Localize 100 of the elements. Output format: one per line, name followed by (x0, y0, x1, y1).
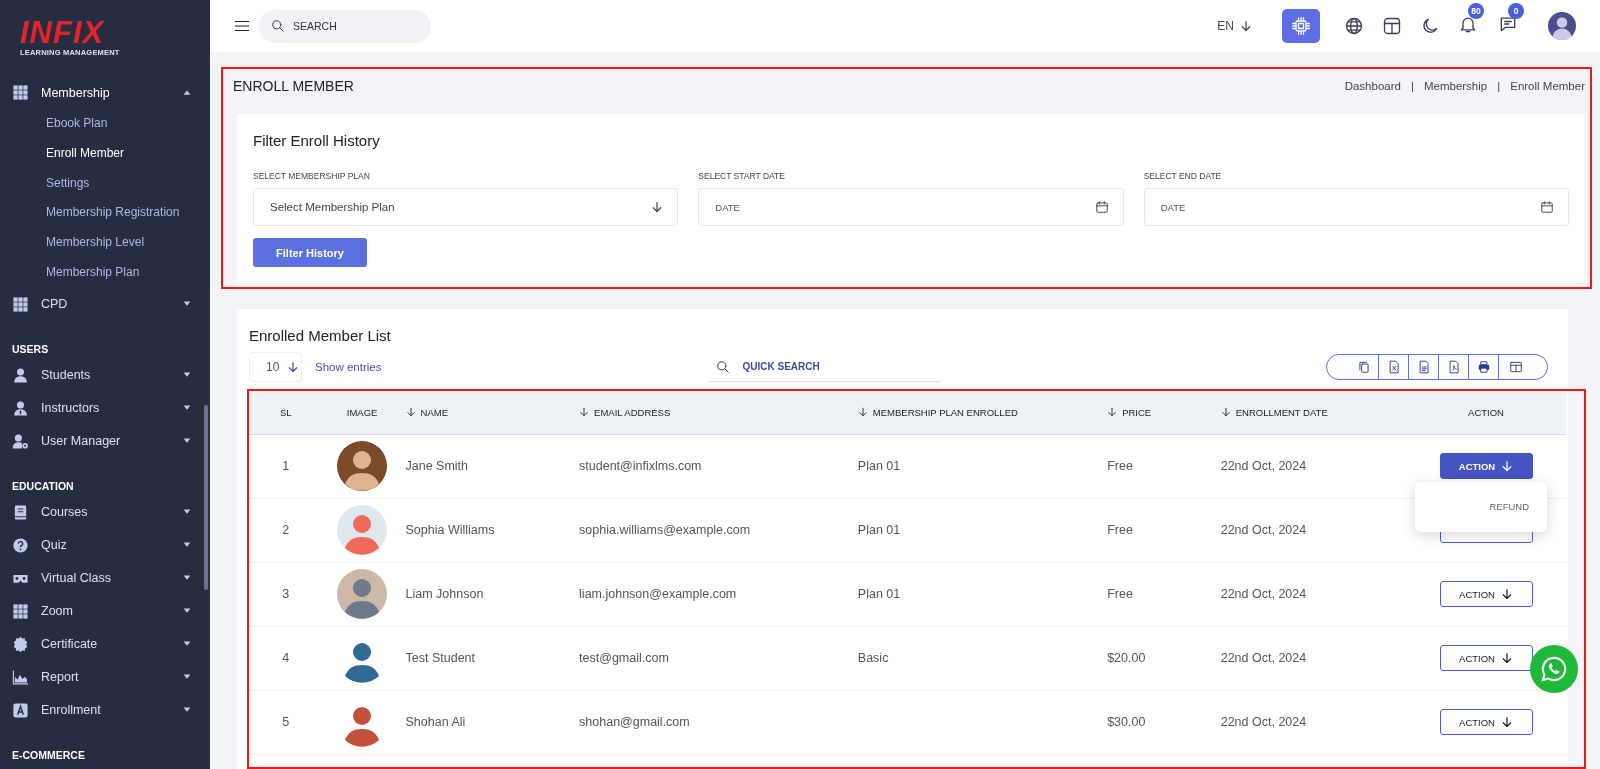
date-field[interactable]: DATE (698, 188, 1124, 226)
menu-item[interactable]: Membership (0, 76, 210, 109)
breadcrumb-link[interactable]: Enroll Member (1510, 79, 1585, 92)
menu-item[interactable]: Courses (0, 495, 210, 529)
menu-item[interactable]: Quiz (0, 528, 210, 562)
table-cell: shohan@gmail.com (575, 690, 854, 754)
table-cell: 3 (249, 562, 323, 626)
table-cell: 22nd Oct, 2024 (1216, 690, 1407, 754)
table-cell: 22nd Oct, 2024 (1216, 562, 1407, 626)
globe-icon[interactable] (1344, 16, 1364, 36)
menu-item[interactable]: Students (0, 358, 210, 392)
field-label: SELECT MEMBERSHIP PLAN (253, 171, 371, 181)
user-gear-icon (12, 432, 29, 450)
square-icon (12, 701, 29, 719)
submenu-item[interactable]: Enroll Member (0, 138, 210, 169)
entries-label: Show entries (315, 361, 382, 373)
arrow-down-icon (1500, 588, 1513, 600)
table-cell: 22nd Oct, 2024 (1216, 626, 1407, 690)
table-cell: Free (1103, 434, 1217, 498)
moon-icon[interactable] (1420, 16, 1440, 36)
menu-item[interactable]: Zoom (0, 594, 210, 628)
calendar-icon (1540, 200, 1554, 214)
submenu-item[interactable]: Settings (0, 168, 210, 199)
table-cell: liam.johnson@example.com (575, 562, 854, 626)
column-header: SL (249, 391, 323, 434)
table-cell: $20.00 (1103, 626, 1217, 690)
arrow-down-icon (287, 361, 300, 373)
submenu-item[interactable]: Membership Level (0, 228, 210, 258)
action-button[interactable]: ACTION (1439, 709, 1533, 735)
table-cell: Liam Johnson (401, 562, 576, 626)
menu-item[interactable]: User Manager (0, 424, 210, 458)
table-cell: 22nd Oct, 2024 (1216, 434, 1407, 498)
card-title: Filter Enroll History (253, 132, 381, 149)
breadcrumb-separator: | (1410, 79, 1414, 92)
select-field[interactable]: Select Membership Plan (253, 188, 679, 226)
search-field[interactable]: SEARCH (259, 9, 431, 43)
user-icon (12, 366, 29, 384)
menu-item[interactable]: Certificate (0, 627, 210, 661)
grid-icon (12, 84, 29, 101)
avatar[interactable] (1548, 12, 1576, 40)
table-cell: Shohan Ali (401, 690, 576, 754)
scrollbar[interactable] (204, 405, 208, 590)
seal-icon (12, 635, 29, 653)
date-field[interactable]: DATE (1143, 188, 1569, 226)
action-button[interactable]: ACTION (1439, 645, 1533, 671)
menu-item[interactable]: REFUND (1489, 501, 1530, 512)
breadcrumb-separator: | (1497, 79, 1501, 92)
columns-icon (1509, 360, 1523, 374)
language-selector[interactable]: EN (1211, 18, 1258, 34)
table-cell: Plan 01 (853, 562, 1104, 626)
arrow-down-icon (1500, 716, 1513, 728)
action-button[interactable]: ACTION (1439, 581, 1533, 607)
table-cell: Free (1103, 498, 1217, 562)
book-icon (12, 503, 29, 521)
phone-bubble-icon (1540, 655, 1568, 683)
table-cell: 4 (249, 626, 323, 690)
quick-search-field[interactable]: QUICK SEARCH (708, 352, 942, 382)
table-cell: Sophia Williams (401, 498, 576, 562)
table-cell: Test Student (401, 626, 576, 690)
table-cell: 5 (249, 690, 323, 754)
submenu-item[interactable]: Membership Plan (0, 258, 210, 288)
page-size-select[interactable]: 10 (249, 352, 302, 382)
card-title: Enrolled Member List (249, 327, 392, 344)
breadcrumb-link[interactable]: Dashboard (1344, 79, 1401, 92)
table-cell: Plan 01 (853, 498, 1104, 562)
field-label: SELECT START DATE (698, 171, 786, 181)
column-header[interactable]: EMAIL ADDRESS (575, 391, 854, 434)
menu-item[interactable]: Enrollment (0, 693, 210, 727)
column-header[interactable]: PRICE (1103, 391, 1217, 434)
table-cell: Plan 01 (853, 434, 1104, 498)
column-header[interactable]: MEMBERSHIP PLAN ENROLLED (853, 391, 1104, 434)
chart-icon (12, 668, 29, 686)
question-icon (12, 536, 29, 554)
filter-button[interactable]: Filter History (253, 238, 367, 267)
calendar-icon (1094, 200, 1109, 214)
column-header: ACTION (1406, 391, 1566, 434)
chip-button[interactable] (1282, 9, 1320, 43)
chip-icon (1291, 16, 1311, 36)
section-heading: E-COMMERCE (11, 747, 86, 763)
count-badge: 0 (1508, 3, 1524, 19)
table-cell: Basic (853, 626, 1104, 690)
grid-icon (12, 295, 29, 313)
menu-item[interactable]: Instructors (0, 391, 210, 425)
arrow-down-icon (651, 201, 664, 213)
column-header[interactable]: ENROLLMENT DATE (1216, 391, 1407, 434)
layout-icon[interactable] (1382, 16, 1402, 36)
menu-item[interactable]: CPD (0, 287, 210, 321)
breadcrumb-link[interactable]: Membership (1423, 79, 1488, 92)
column-header[interactable]: NAME (401, 391, 576, 434)
section-heading: EDUCATION (11, 478, 75, 494)
column-header: IMAGE (322, 391, 402, 434)
submenu-item[interactable]: Membership Registration (0, 198, 210, 229)
submenu-item[interactable]: Ebook Plan (0, 109, 210, 139)
table-cell: $30.00 (1103, 690, 1217, 754)
menu-item[interactable]: Report (0, 660, 210, 694)
menu-item[interactable]: Virtual Class (0, 561, 210, 595)
table-cell: Jane Smith (401, 434, 576, 498)
table-cell: 1 (249, 434, 323, 498)
avatar (337, 569, 388, 619)
action-button[interactable]: ACTION (1439, 453, 1533, 479)
